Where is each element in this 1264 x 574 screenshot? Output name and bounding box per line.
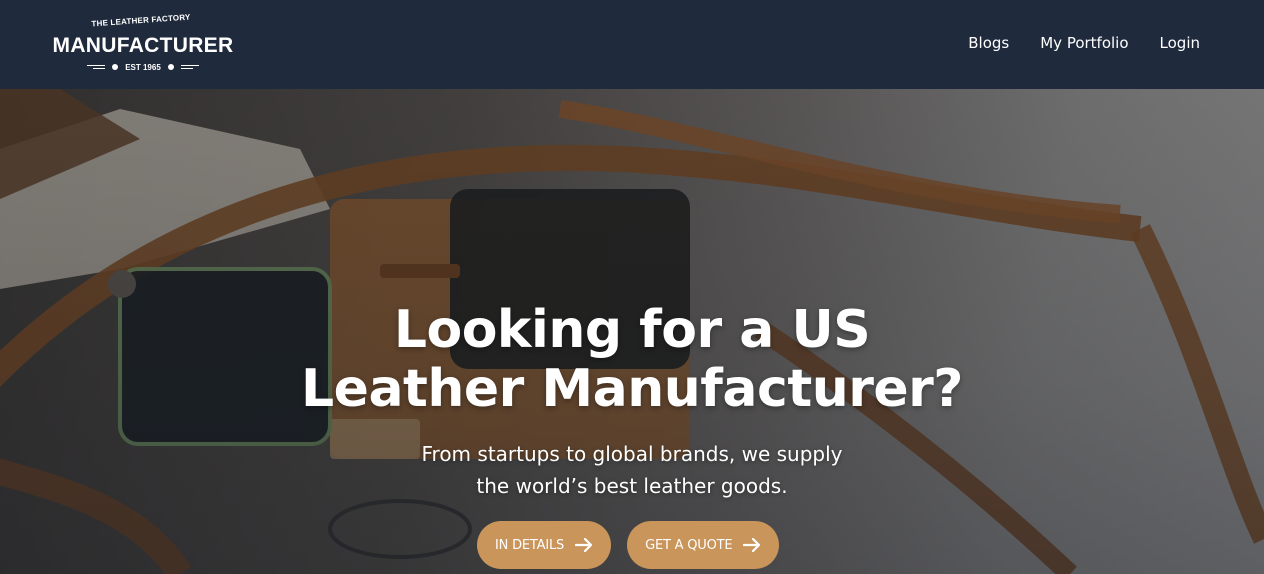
navbar: THE LEATHER FACTORY MANUFACTURER EST 196… [0, 0, 1264, 89]
get-a-quote-label: GET A QUOTE [645, 537, 733, 553]
hero-section: Looking for a US Leather Manufacturer? F… [0, 89, 1264, 574]
in-details-button[interactable]: IN DETAILS [477, 521, 612, 569]
logo-wordmark: MANUFACTURER [52, 34, 234, 57]
hero-headline-line-1: Looking for a US [393, 300, 871, 360]
main-nav: Blogs My Portfolio Login [968, 34, 1200, 52]
in-details-label: IN DETAILS [495, 537, 565, 553]
logo-established: EST 1965 [46, 61, 240, 73]
nav-link-blogs[interactable]: Blogs [968, 34, 1009, 52]
brand-logo[interactable]: THE LEATHER FACTORY MANUFACTURER EST 196… [46, 13, 242, 74]
nav-link-my-portfolio[interactable]: My Portfolio [1040, 34, 1128, 52]
logo-lines-right-icon [180, 65, 199, 69]
logo-dot-icon [112, 64, 119, 70]
logo-lines-left-icon [87, 65, 106, 69]
arrow-right-icon [575, 537, 593, 553]
logo-dot-icon [167, 64, 174, 70]
hero-subtext-line-1: From startups to global brands, we suppl… [421, 442, 843, 466]
hero-subtext-line-2: the world’s best leather goods. [476, 474, 788, 498]
arrow-right-icon [743, 537, 761, 553]
hero-subtext: From startups to global brands, we suppl… [382, 438, 882, 502]
logo-est-text: EST 1965 [125, 62, 161, 72]
logo-tagline: THE LEATHER FACTORY [91, 12, 191, 29]
hero-headline-line-2: Leather Manufacturer? [301, 359, 963, 419]
hero-headline: Looking for a US Leather Manufacturer? [232, 301, 1032, 419]
nav-link-login[interactable]: Login [1160, 34, 1200, 52]
hero-cta-row: IN DETAILS GET A QUOTE [477, 521, 780, 569]
get-a-quote-button[interactable]: GET A QUOTE [627, 521, 780, 569]
